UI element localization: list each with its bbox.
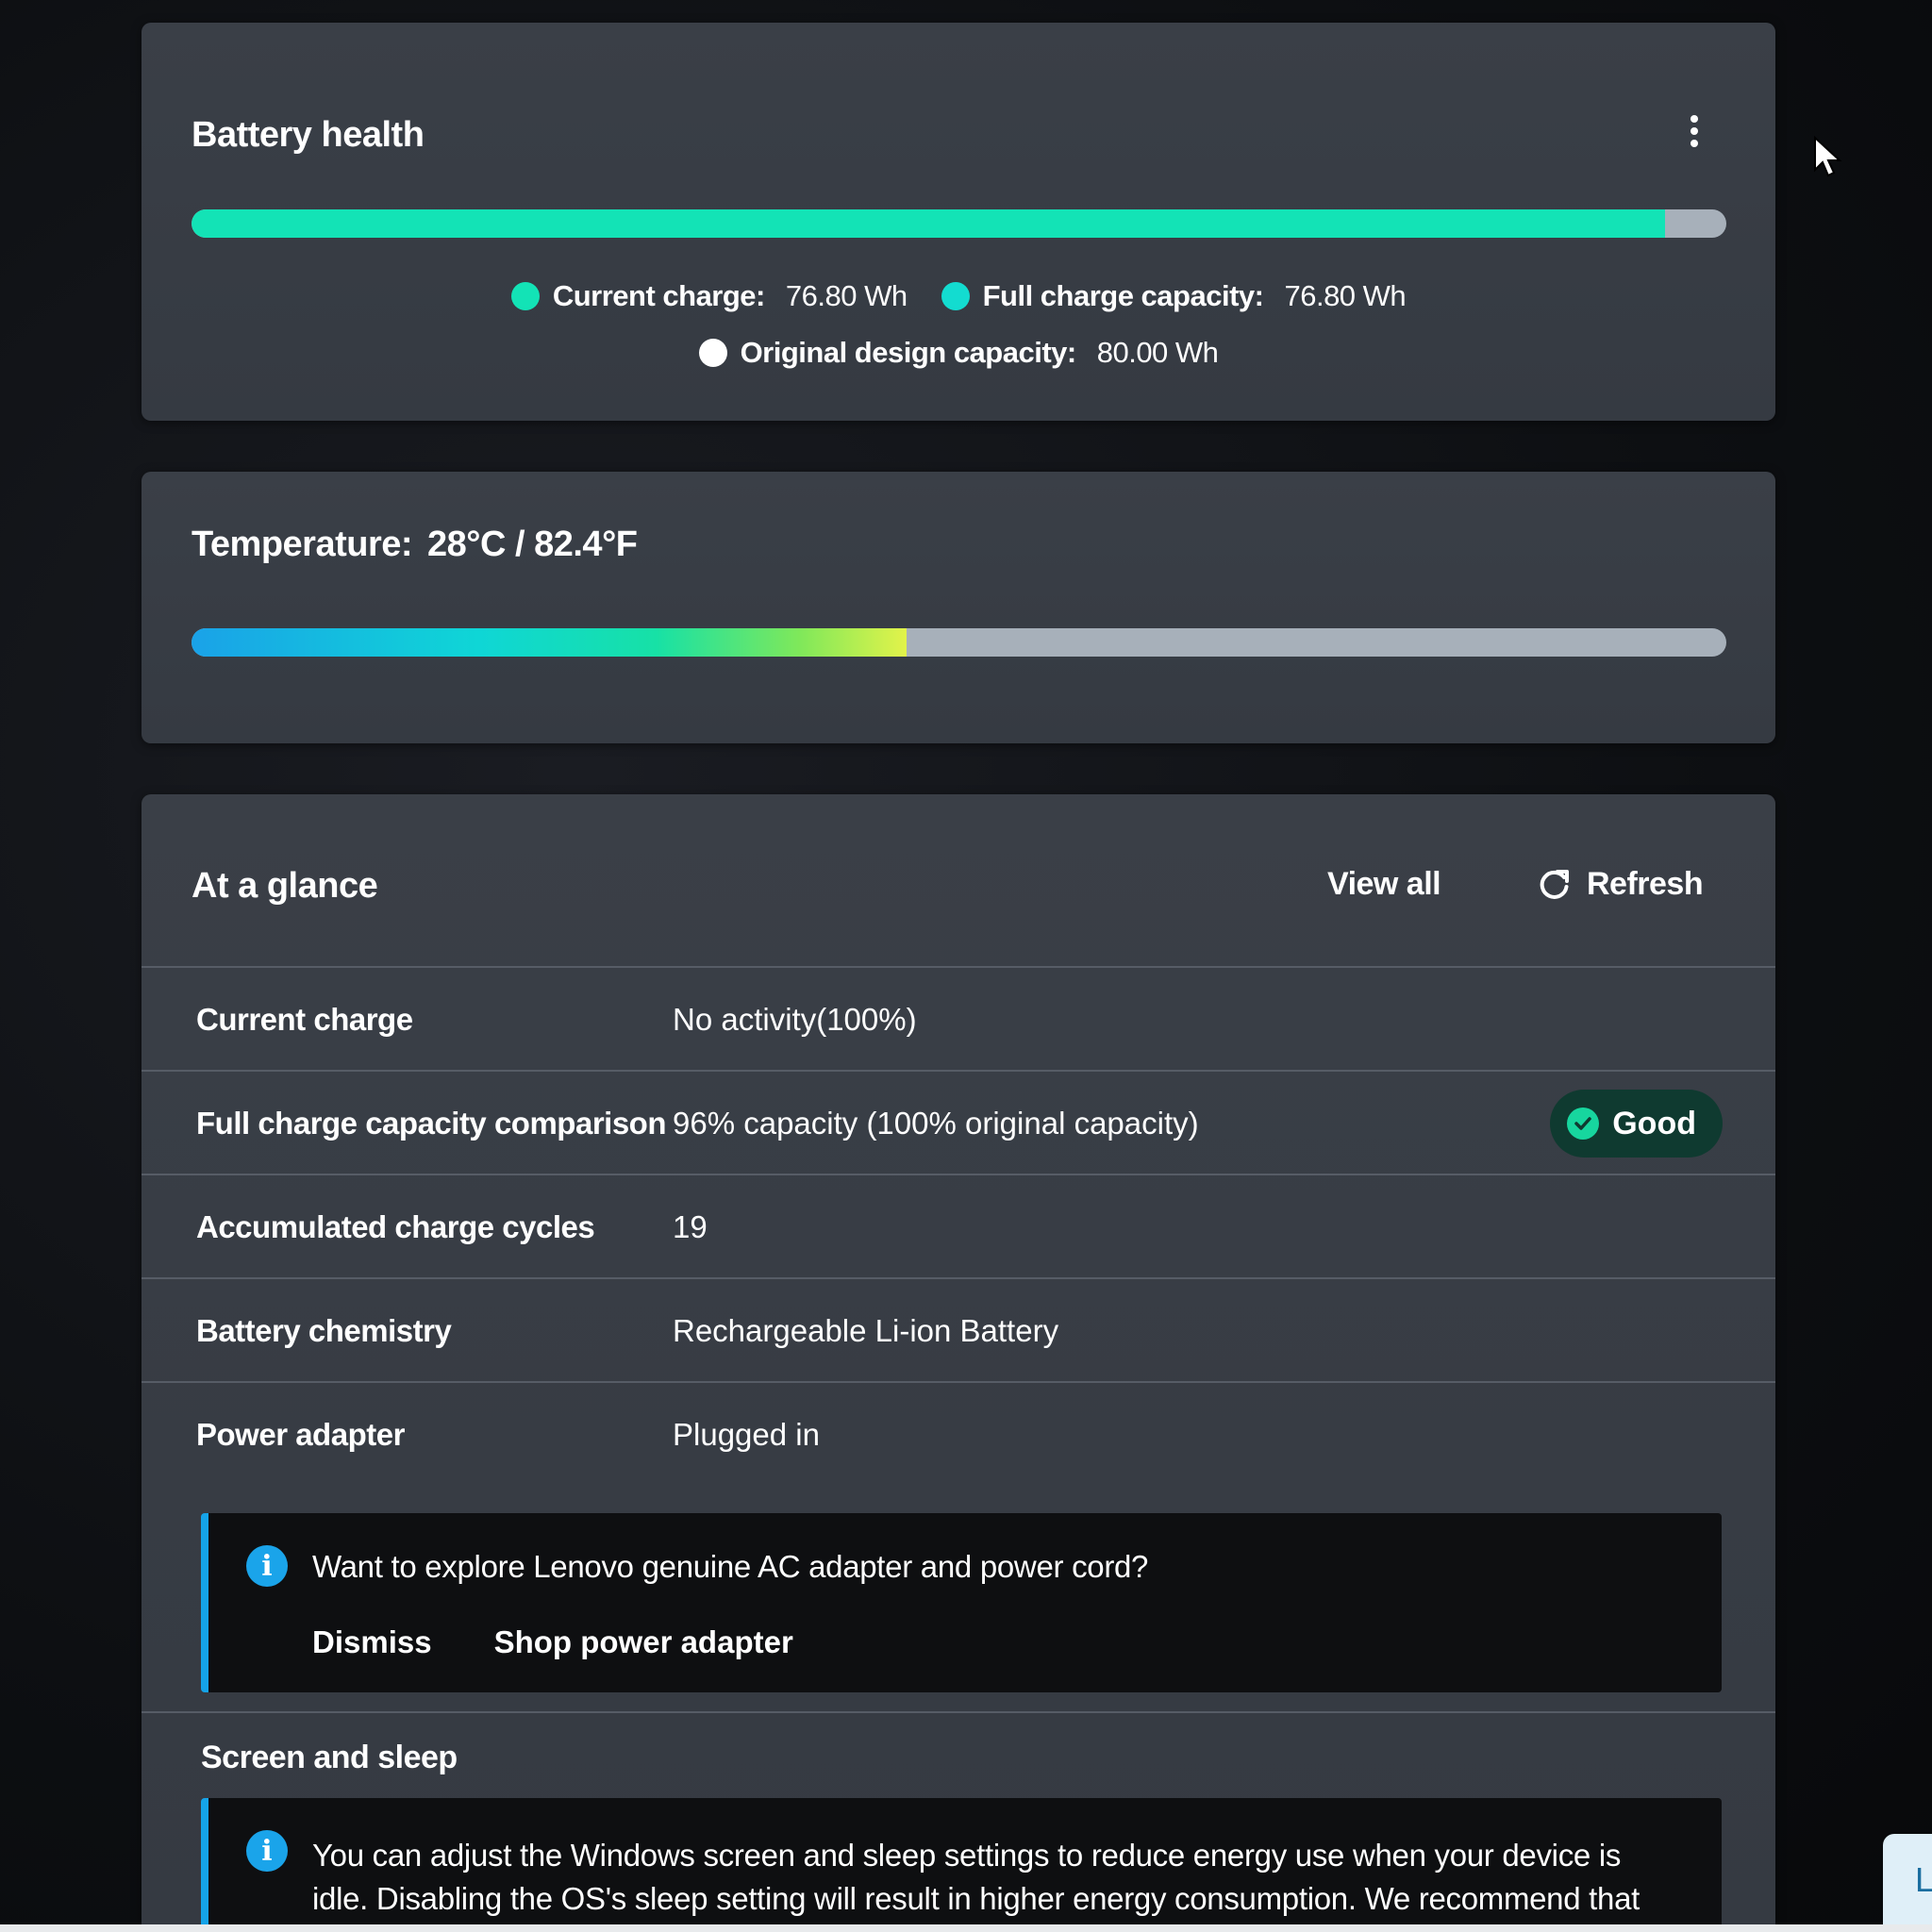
temperature-bar-fill [192,628,908,657]
current-charge-label: Current charge: [552,279,766,312]
screen-sleep-notice: i You can adjust the Windows screen and … [201,1798,1722,1932]
design-capacity-value: 80.00 Wh [1096,336,1219,369]
row-label: Accumulated charge cycles [196,1209,595,1244]
design-capacity-label: Original design capacity: [740,336,1077,369]
row-label: Full charge capacity comparison [196,1106,667,1141]
table-row-full-charge-comparison: Full charge capacity comparison 96% capa… [142,1070,1775,1175]
table-row-power-adapter: Power adapter Plugged in [142,1381,1775,1487]
row-value: 19 [673,1209,708,1244]
table-row-current-charge: Current charge No activity(100%) [142,966,1775,1072]
adapter-notice-actions: Dismiss Shop power adapter [312,1624,793,1660]
status-badge-label: Good [1612,1105,1696,1141]
full-capacity-dot-icon [941,282,970,310]
bottom-strip [0,1924,1932,1932]
full-capacity-label: Full charge capacity: [982,279,1264,312]
battery-legend-row: Original design capacity: 80.00 Wh [142,336,1775,370]
at-a-glance-card: At a glance View all Refresh Current cha… [142,794,1775,1932]
row-value: Plugged in [673,1417,820,1452]
temperature-value: 28°C / 82.4°F [427,525,638,564]
battery-legend-row: Current charge: 76.80 Wh Full charge cap… [142,279,1775,313]
row-value: No activity(100%) [673,1002,917,1037]
design-capacity-dot-icon [698,339,727,367]
temperature-title: Temperature: 28°C / 82.4°F [192,525,638,565]
row-label: Battery chemistry [196,1313,452,1348]
row-value: Rechargeable Li-ion Battery [673,1313,1059,1348]
battery-health-card: Battery health Current charge: 76.80 Wh … [142,23,1775,421]
adapter-notice-text: Want to explore Lenovo genuine AC adapte… [312,1549,1149,1584]
temperature-bar [192,628,1726,657]
refresh-label: Refresh [1587,866,1704,902]
info-icon: i [246,1545,288,1587]
battery-health-bar-fill [192,209,1665,238]
legend-design-capacity: Original design capacity: 80.00 Wh [698,336,1219,370]
current-charge-value: 76.80 Wh [785,279,908,312]
battery-health-title: Battery health [192,115,425,155]
mouse-cursor-icon [1813,135,1843,184]
at-a-glance-title: At a glance [192,866,378,906]
refresh-icon [1538,868,1572,902]
row-label: Power adapter [196,1417,405,1452]
table-row-battery-chemistry: Battery chemistry Rechargeable Li-ion Ba… [142,1277,1775,1383]
screen-and-sleep-heading: Screen and sleep [201,1740,458,1775]
info-icon: i [246,1830,288,1872]
corner-chip[interactable]: L [1883,1834,1932,1932]
adapter-notice: i Want to explore Lenovo genuine AC adap… [201,1513,1722,1692]
check-circle-icon [1567,1108,1600,1140]
section-divider [142,1711,1775,1713]
temperature-label: Temperature: [192,525,413,564]
view-all-link[interactable]: View all [1327,866,1441,903]
temperature-card: Temperature: 28°C / 82.4°F [142,472,1775,743]
legend-current-charge: Current charge: 76.80 Wh [510,279,908,313]
status-badge: Good [1550,1090,1723,1158]
row-label: Current charge [196,1002,413,1037]
refresh-button[interactable]: Refresh [1538,866,1704,903]
table-row-charge-cycles: Accumulated charge cycles 19 [142,1174,1775,1279]
shop-power-adapter-link[interactable]: Shop power adapter [494,1624,793,1660]
battery-health-bar [192,209,1726,238]
row-value: 96% capacity (100% original capacity) [673,1106,1199,1141]
current-charge-dot-icon [510,282,540,310]
more-vertical-icon[interactable] [1689,115,1700,147]
dismiss-button[interactable]: Dismiss [312,1624,432,1660]
screen-sleep-notice-text: You can adjust the Windows screen and sl… [312,1838,1641,1916]
screen: Battery health Current charge: 76.80 Wh … [0,0,1932,1932]
full-capacity-value: 76.80 Wh [1284,279,1407,312]
legend-full-capacity: Full charge capacity: 76.80 Wh [941,279,1407,313]
corner-chip-label: L [1915,1860,1932,1899]
